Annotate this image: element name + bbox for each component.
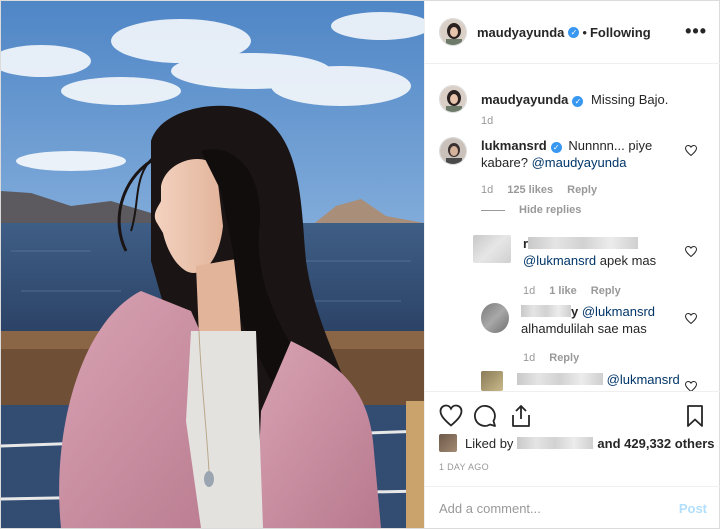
caption-time[interactable]: 1d — [481, 115, 493, 127]
comment-mention[interactable]: @maudyayunda — [532, 155, 627, 170]
post-photo[interactable] — [1, 1, 424, 528]
verified-badge-icon: ✓ — [568, 26, 580, 38]
comments-list[interactable]: maudyayunda ✓ Missing Bajo. 1d lukmansrd… — [425, 65, 720, 391]
comment-username[interactable]: lukmansrd — [481, 138, 547, 153]
hide-replies-line — [481, 209, 505, 211]
verified-badge-icon: ✓ — [550, 142, 562, 153]
comment-likes[interactable]: 125 likes — [507, 184, 553, 196]
comment-text-line2: kabare? — [481, 155, 532, 170]
reply-text-block: @lukmansrd — [517, 371, 680, 391]
likes-prefix: Liked by — [465, 435, 514, 451]
reply-meta: 1d 1 like Reply — [523, 285, 621, 297]
avatar-image — [440, 138, 466, 164]
comment-text-block: lukmansrd ✓ Nunnnn... piye kabare? @maudy… — [481, 137, 681, 171]
redacted-username — [528, 237, 639, 249]
redacted-username — [521, 305, 571, 317]
reply-avatar-blurred[interactable] — [473, 235, 511, 263]
author-username[interactable]: maudyayunda — [477, 25, 564, 40]
reply-like-heart-icon[interactable] — [685, 313, 697, 324]
post-image — [1, 1, 424, 528]
caption-row: maudyayunda ✓ Missing Bajo. — [439, 85, 668, 113]
caption-meta: 1d — [481, 115, 493, 127]
reply-mention[interactable]: @lukmansrd — [523, 253, 596, 268]
avatar-image — [440, 86, 466, 112]
add-comment-bar: Post — [425, 486, 720, 529]
comment-text-line1: Nunnnn... piye — [568, 138, 653, 153]
caption-text: Missing Bajo. — [591, 91, 669, 107]
comment-bubble-icon[interactable] — [473, 404, 497, 428]
reply-row: r @lukmansrd apek mas — [473, 235, 656, 269]
reply-username[interactable]: y — [571, 304, 578, 319]
reply-text-block: y @lukmansrd alhamdulilah sae mas — [521, 303, 655, 337]
comment-reply-button[interactable]: Reply — [567, 184, 597, 196]
more-options-icon[interactable]: ••• — [685, 22, 707, 40]
comment-time[interactable]: 1d — [481, 184, 493, 196]
add-comment-input[interactable] — [439, 500, 659, 516]
comment-row: lukmansrd ✓ Nunnnn... piye kabare? @maudy… — [439, 137, 681, 171]
reply-row: @lukmansrd — [481, 371, 680, 391]
reply-avatar-blurred[interactable] — [481, 303, 509, 333]
likes-count[interactable]: and 429,332 others — [597, 436, 714, 451]
reply-like-heart-icon[interactable] — [685, 246, 697, 257]
reply-row: y @lukmansrd alhamdulilah sae mas — [481, 303, 655, 337]
reply-time[interactable]: 1d — [523, 285, 535, 297]
bookmark-icon[interactable] — [683, 404, 707, 428]
heart-icon[interactable] — [439, 404, 463, 428]
header-separator: • — [582, 24, 587, 40]
avatar-image — [440, 19, 466, 45]
reply-mention[interactable]: @lukmansrd — [582, 304, 655, 319]
post-side-panel: maudyayunda ✓ • Following ••• maudyayund… — [424, 1, 720, 528]
post-comment-button[interactable]: Post — [679, 501, 707, 516]
post-actions: Liked by and 429,332 others 1 DAY AGO Po… — [425, 391, 720, 527]
comment-like-heart-icon[interactable] — [685, 145, 697, 156]
commenter-avatar[interactable] — [439, 137, 467, 165]
reply-mention[interactable]: @lukmansrd — [607, 372, 680, 387]
reply-avatar-blurred[interactable] — [481, 371, 503, 391]
hide-replies-label[interactable]: Hide replies — [519, 204, 581, 216]
reply-reply-button[interactable]: Reply — [549, 352, 579, 364]
author-line: maudyayunda ✓ • Following — [477, 25, 651, 40]
reply-text: apek mas — [596, 253, 657, 268]
reply-text: alhamdulilah sae mas — [521, 321, 647, 336]
reply-like-heart-icon[interactable] — [685, 381, 697, 391]
author-avatar[interactable] — [439, 18, 467, 46]
reply-meta: 1d Reply — [523, 352, 579, 364]
redacted-username — [517, 373, 603, 385]
following-button[interactable]: Following — [590, 25, 651, 40]
caption-username[interactable]: maudyayunda — [481, 92, 568, 107]
reply-likes[interactable]: 1 like — [549, 285, 577, 297]
reply-time[interactable]: 1d — [523, 352, 535, 364]
hide-replies-toggle[interactable]: Hide replies — [481, 204, 581, 216]
reply-text-block: r @lukmansrd apek mas — [523, 235, 656, 269]
post-header: maudyayunda ✓ • Following ••• — [425, 1, 720, 64]
redacted-liker — [517, 437, 594, 449]
likes-summary: Liked by and 429,332 others — [439, 434, 714, 452]
post-time-ago[interactable]: 1 DAY AGO — [439, 462, 489, 472]
liker-avatar-blurred[interactable] — [439, 434, 457, 452]
caption-avatar[interactable] — [439, 85, 467, 113]
comment-meta: 1d 125 likes Reply — [481, 184, 597, 196]
caption-text-block: maudyayunda ✓ Missing Bajo. — [481, 91, 668, 108]
reply-reply-button[interactable]: Reply — [591, 285, 621, 297]
verified-badge-icon: ✓ — [572, 95, 584, 107]
share-icon[interactable] — [509, 404, 533, 428]
instagram-post-modal: maudyayunda ✓ • Following ••• maudyayund… — [0, 0, 720, 529]
